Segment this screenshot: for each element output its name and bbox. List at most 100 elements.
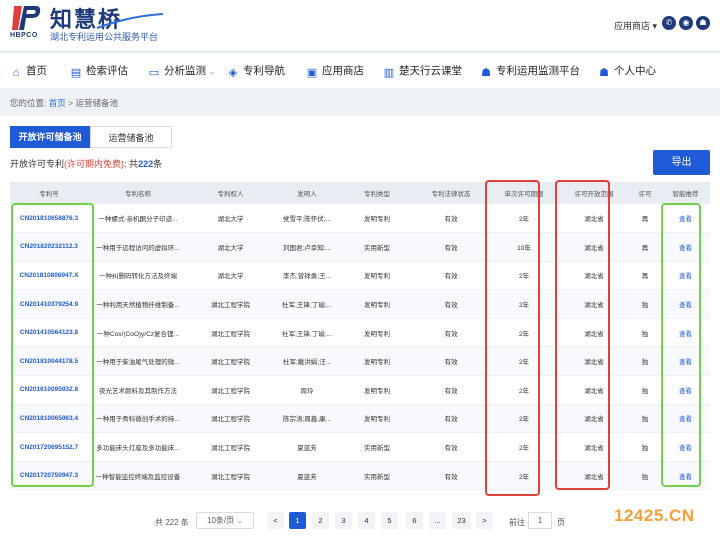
cell-inventor: 刘国君;卢幸知;... (273, 232, 341, 262)
cell-legal-status: 有效 (413, 289, 489, 319)
goto-page-input[interactable]: 1 (528, 512, 552, 529)
cell-patent-name: 一种智能监控终端及监控设备 (88, 461, 188, 491)
cell-license-term: 2年 (489, 404, 559, 434)
wechat-icon[interactable]: ✆ (662, 16, 676, 30)
tab-operation-pool[interactable]: 运营储备池 (90, 126, 172, 148)
cell-patent-type: 发明专利 (341, 346, 413, 377)
cell-patent-no[interactable]: CN201410564123.8 (10, 318, 88, 348)
cell-inventor: 党雪平;陈怀伏;... (273, 204, 341, 234)
cell-patent-no[interactable]: CN201810044178.5 (10, 346, 88, 377)
cell-inventor: 杜军;王锋;丁瑜;... (273, 318, 341, 348)
cell-patent-no[interactable]: CN201810065063.4 (10, 404, 88, 434)
view-link[interactable]: 查看 (661, 204, 710, 234)
page-button[interactable]: 3 (335, 512, 352, 529)
cell-inventor: 李杰;曾祥勇;王... (273, 261, 341, 291)
weibo-icon[interactable]: ◉ (679, 16, 693, 30)
view-link[interactable]: 查看 (661, 232, 710, 262)
pagination-ellipsis[interactable]: ... (429, 512, 446, 529)
cell-patent-no[interactable]: CN201610095932.8 (10, 375, 88, 405)
table-row: CN201410564123.8 一种Cox/(CoO)y/Cz复合锂... 湖北工… (10, 318, 710, 348)
nav-search-evaluate[interactable]: ▤ 检索评估 (70, 53, 128, 89)
cell-inventor: 杜军;王锋;丁瑜;... (273, 289, 341, 319)
cell-license-scope: 湖北省 (559, 289, 629, 319)
shop-icon: ▣ (306, 67, 318, 79)
breadcrumb: 您的位置: 首页 > 运营储备池 (10, 98, 118, 108)
cell-license: 再 (629, 232, 661, 262)
cell-license: 独 (629, 289, 661, 319)
top-header: HBPCO 知慧桥 湖北专利运用公共服务平台 应用商店 ▾ ✆ ◉ ☗ (0, 0, 720, 50)
page-button[interactable]: 1 (289, 512, 306, 529)
cell-patent-no[interactable]: CN201810658876.3 (10, 204, 88, 234)
cell-license: 独 (629, 461, 661, 491)
document-icon: ▤ (70, 67, 82, 79)
view-link[interactable]: 查看 (661, 318, 710, 348)
app-store-menu[interactable]: 应用商店 ▾ (614, 19, 657, 32)
nav-home[interactable]: ⌂ 首页 (10, 53, 47, 89)
page-button[interactable]: 23 (452, 512, 471, 529)
goto-unit: 页 (557, 518, 565, 527)
next-page-button[interactable]: > (476, 512, 493, 529)
cell-patentee: 湖北工程学院 (188, 432, 273, 462)
page-button[interactable]: 4 (358, 512, 375, 529)
nav-personal-center[interactable]: ☗ 个人中心 (598, 53, 656, 89)
cell-legal-status: 有效 (413, 232, 489, 262)
cell-patent-name: 夜光艺术颜料及其制作方法 (88, 375, 188, 405)
export-button[interactable]: 导出 (653, 150, 710, 175)
nav-monitor-platform[interactable]: ☗ 专利运用监测平台 (480, 53, 580, 89)
cell-patentee: 湖北大学 (188, 232, 273, 262)
col-inventor: 发明人 (273, 182, 341, 204)
page-button[interactable]: 5 (381, 512, 398, 529)
cell-license-term: 2年 (489, 375, 559, 405)
table-row: CN201820232112.3 一种用于远程访问的虚拟环... 湖北大学 刘国君;卢… (10, 232, 710, 262)
tab-open-license-pool[interactable]: 开放许可储备池 (10, 126, 90, 148)
user-icon[interactable]: ☗ (696, 16, 710, 30)
col-legal-status: 专利法律状态 (413, 182, 489, 204)
cell-patent-no[interactable]: CN201810806947.X (10, 261, 88, 291)
nav-analysis-monitor[interactable]: ▭ 分析监测 ⌄ (148, 53, 216, 89)
cell-patent-type: 发明专利 (341, 318, 413, 348)
brand-tagline: 湖北专利运用公共服务平台 (50, 32, 159, 42)
view-link[interactable]: 查看 (661, 261, 710, 291)
page-button[interactable]: 2 (312, 512, 329, 529)
page-size-select[interactable]: 10条/页 ⌄ (196, 512, 254, 529)
view-link[interactable]: 查看 (661, 404, 710, 434)
page-button[interactable]: 6 (406, 512, 423, 529)
cell-patent-no[interactable]: CN201720750947.3 (10, 461, 88, 491)
nav-app-store[interactable]: ▣ 应用商店 (306, 53, 364, 89)
cell-patent-no[interactable]: CN201820232112.3 (10, 232, 88, 262)
nav-cloud-classroom[interactable]: ▥ 楚天行云课堂 (383, 53, 462, 89)
cell-license: 再 (629, 261, 661, 291)
cell-legal-status: 有效 (413, 375, 489, 405)
cell-patent-no[interactable]: CN201720695152.7 (10, 432, 88, 462)
cell-patent-name: 一种纠删码转化方法及终端 (88, 261, 188, 291)
monitor-icon: ▭ (148, 67, 160, 79)
cell-inventor: 周玲 (273, 375, 341, 405)
view-link[interactable]: 查看 (661, 432, 710, 462)
nav-patent-navigation[interactable]: ◈ 专利导航 (227, 53, 285, 89)
prev-page-button[interactable]: < (267, 512, 284, 529)
col-patent-name: 专利名称 (88, 182, 188, 204)
caret-down-icon: ▾ (652, 21, 658, 31)
cell-patentee: 湖北工程学院 (188, 289, 273, 319)
books-icon: ▥ (383, 67, 395, 79)
cell-license: 独 (629, 375, 661, 405)
cell-patentee: 湖北工程学院 (188, 461, 273, 491)
breadcrumb-home[interactable]: 首页 (49, 98, 66, 108)
view-link[interactable]: 查看 (661, 375, 710, 405)
cell-patent-type: 发明专利 (341, 375, 413, 405)
col-license: 许可 (629, 182, 661, 204)
cell-patent-type: 发明专利 (341, 404, 413, 434)
person-icon: ☗ (599, 67, 609, 79)
cell-inventor: 杜军;戴洪娟;汪... (273, 346, 341, 377)
cell-patent-type: 实用新型 (341, 461, 413, 491)
table-row: CN201410379254.9 一种利用天然植物纤维制备... 湖北工程学院 杜军;… (10, 289, 710, 319)
view-link[interactable]: 查看 (661, 289, 710, 319)
cell-legal-status: 有效 (413, 346, 489, 377)
col-smart-recommend: 智能推荐 (661, 182, 710, 204)
cell-patent-no[interactable]: CN201410379254.9 (10, 289, 88, 319)
cell-license-scope: 湖北省 (559, 346, 629, 377)
view-link[interactable]: 查看 (661, 346, 710, 377)
breadcrumb-current: 运营储备池 (75, 98, 118, 108)
main-card: 开放许可储备池 运营储备池 开放许可专利(许可期内免费): 共222条 导出 专… (0, 116, 720, 539)
view-link[interactable]: 查看 (661, 461, 710, 491)
